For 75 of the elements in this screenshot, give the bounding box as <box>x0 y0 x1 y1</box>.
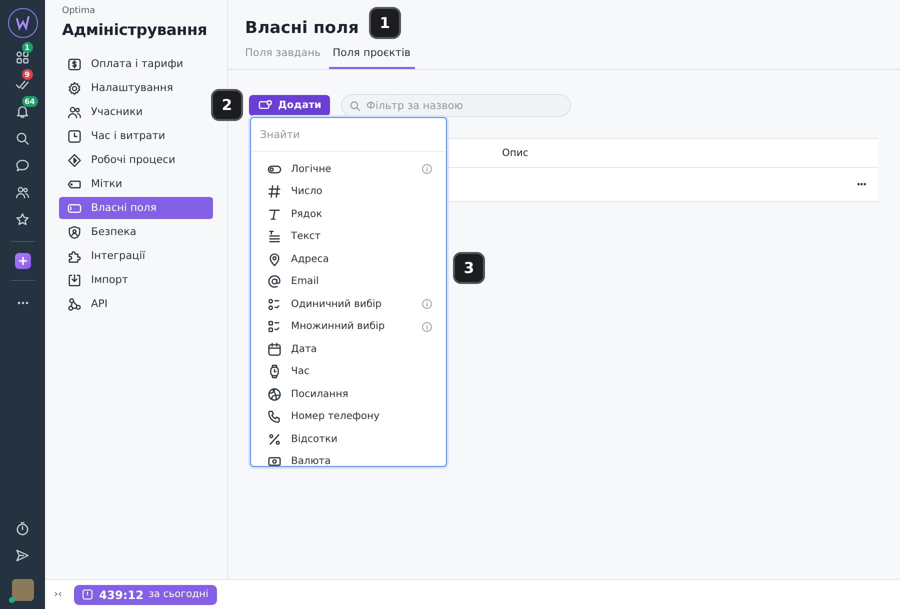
timer-icon <box>15 521 30 536</box>
chat-icon <box>15 158 30 173</box>
watch-icon <box>267 364 282 380</box>
info-icon <box>421 320 433 333</box>
dollar-icon <box>67 56 82 72</box>
filter-field[interactable]: Фільтр за назвою <box>341 94 572 117</box>
dropdown-search-field[interactable]: Знайти <box>251 118 446 152</box>
send-icon <box>15 548 30 563</box>
callout-badge: 1 <box>370 9 399 37</box>
field-type-option[interactable]: Дата <box>251 338 446 360</box>
field-type-option[interactable]: Множинний вибір <box>251 316 446 338</box>
pin-icon <box>267 252 282 267</box>
field-type-option[interactable]: Відсотки <box>251 428 446 450</box>
organization-name: Optima <box>62 6 96 16</box>
sidebar-item[interactable]: Робочі процеси <box>59 149 213 171</box>
page-title: Власні поля <box>245 18 359 37</box>
add-button[interactable] <box>14 253 30 269</box>
field-type-option[interactable]: Рядок <box>251 203 446 226</box>
bell-icon <box>15 104 30 119</box>
sidebar-item[interactable]: Безпека <box>59 221 213 243</box>
lines-icon <box>267 229 282 244</box>
more-icon <box>16 300 28 304</box>
info-icon <box>421 298 433 310</box>
sidebar-item[interactable]: Імпорт <box>59 269 213 291</box>
sidebar-item[interactable]: Час і витрати <box>59 125 213 147</box>
row-menu-button[interactable]: ··· <box>856 178 866 191</box>
sidebar-item[interactable]: Інтеграції <box>59 245 213 267</box>
shield-icon <box>67 224 82 240</box>
field-type-option[interactable]: Одиничний вибір <box>251 293 446 316</box>
people-icon <box>15 185 30 200</box>
field-type-option[interactable]: Час <box>251 360 446 383</box>
plus-icon <box>18 256 28 266</box>
globe-icon <box>267 386 282 402</box>
collapse-button[interactable]: ›‹ <box>54 589 62 600</box>
people-icon <box>67 104 82 120</box>
import-icon <box>67 272 82 288</box>
field-type-option[interactable]: Email <box>251 270 446 293</box>
sidebar-item[interactable]: Мітки <box>59 173 213 195</box>
info-icon <box>421 163 433 176</box>
sidebar-title: Адміністрування <box>62 21 208 39</box>
cal-icon <box>267 342 282 357</box>
field-type-option[interactable]: Посилання <box>251 383 446 406</box>
grid-icon <box>15 50 30 65</box>
add-field-button[interactable]: Додати <box>249 95 330 116</box>
field-type-option[interactable]: Валюта <box>251 450 446 466</box>
tab[interactable]: Поля проєктів <box>328 44 415 69</box>
field-type-option[interactable]: Адреса <box>251 248 446 270</box>
field-type-option[interactable]: Число <box>251 180 446 203</box>
logo-icon <box>14 14 32 32</box>
at-icon <box>267 274 282 290</box>
search-icon <box>15 131 30 146</box>
phone-icon <box>267 409 282 424</box>
online-dot <box>8 597 14 603</box>
callout-badge: 2 <box>213 91 241 119</box>
column-header: Опис <box>502 148 528 158</box>
gear-icon <box>67 80 82 96</box>
field-type-option[interactable]: Номер телефону <box>251 406 446 428</box>
time-tracker-button[interactable]: 439:12 за сьогодні <box>74 584 218 604</box>
callout-badge: 3 <box>455 254 483 282</box>
sidebar-item[interactable]: API <box>59 293 213 315</box>
pct-icon <box>267 432 282 447</box>
user-avatar[interactable] <box>12 579 34 601</box>
stopwatch-icon <box>81 588 94 601</box>
sidebar-item[interactable]: Власні поля <box>59 197 213 219</box>
app-logo[interactable] <box>8 8 38 38</box>
field-type-option[interactable]: Текст <box>251 226 446 248</box>
sidebar-item[interactable]: Налаштування <box>59 77 213 99</box>
field-type-option[interactable]: Логічне <box>251 158 446 180</box>
star-icon <box>15 212 30 227</box>
clock-icon <box>67 128 82 144</box>
puzzle-icon <box>67 248 82 264</box>
sidebar-item[interactable]: Учасники <box>59 101 213 123</box>
sidebar-item[interactable]: Оплата і тарифи <box>59 53 213 75</box>
hash-icon <box>267 184 282 200</box>
money-icon <box>267 454 282 466</box>
